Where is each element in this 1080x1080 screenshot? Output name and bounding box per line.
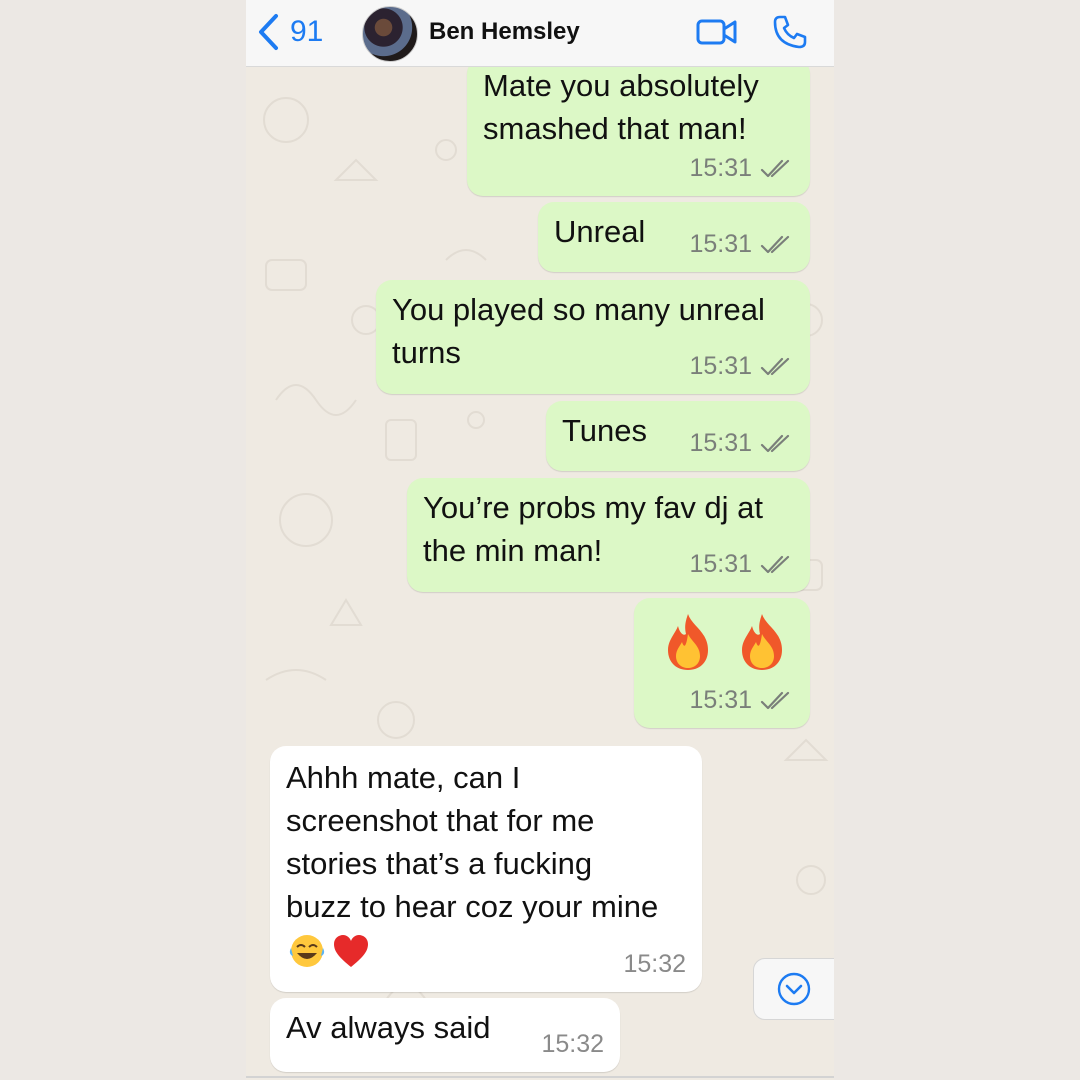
back-button[interactable]: 91 [256,8,323,56]
double-check-icon [760,159,790,177]
message-bubble-incoming[interactable]: Av always said 15:32 [270,998,620,1072]
contact-name[interactable]: Ben Hemsley [429,18,580,46]
phone-icon [773,15,807,49]
message-bubble-outgoing[interactable]: You played so many unreal turns 15:31 [376,280,810,394]
double-check-icon [760,434,790,452]
message-meta: 15:31 [689,679,794,722]
message-time: 15:31 [689,550,752,578]
message-meta: 15:31 [689,147,794,190]
message-meta: 15:31 [689,422,794,465]
emoji-row [662,612,788,672]
message-text: Av always said [286,1010,491,1045]
message-bubble-outgoing[interactable]: Tunes 15:31 [546,401,810,471]
chevron-left-icon [259,14,278,50]
message-text: Ahhh mate, can I screenshot that for me … [286,760,659,924]
message-meta: 15:31 [689,223,794,266]
message-bubble-outgoing[interactable]: Mate you absolutely smashed that man! 15… [467,58,810,196]
message-meta: 15:32 [623,943,686,986]
message-meta: 15:31 [689,543,794,586]
voice-call-button[interactable] [772,14,808,55]
message-bubble-outgoing[interactable]: Unreal 15:31 [538,202,810,272]
message-text: Tunes [562,413,648,448]
fire-emoji [668,614,708,670]
chat-screen: 91 Ben Hemsley Mate you absolutely smash… [246,0,834,1080]
bottom-divider [246,1076,834,1078]
message-text: Unreal [554,214,646,249]
double-check-icon [760,555,790,573]
message-time: 15:32 [623,950,686,978]
message-bubble-outgoing[interactable]: 15:31 [634,598,810,728]
video-call-button[interactable] [696,17,738,52]
fire-emoji [742,614,782,670]
message-time: 15:31 [689,429,752,457]
chevron-down-circle-icon [777,972,811,1006]
double-check-icon [760,691,790,709]
message-meta: 15:32 [541,1023,604,1066]
contact-avatar[interactable] [362,6,418,62]
message-time: 15:31 [689,686,752,714]
video-camera-icon [696,19,737,45]
message-time: 15:31 [689,352,752,380]
message-meta: 15:31 [689,345,794,388]
scroll-to-bottom-button[interactable] [753,958,834,1020]
chat-header: 91 Ben Hemsley [246,0,834,67]
message-bubble-outgoing[interactable]: You’re probs my fav dj at the min man! 1… [407,478,810,592]
red-heart-emoji [334,935,368,967]
emoji-row [288,932,370,970]
message-time: 15:31 [689,230,752,258]
unread-count: 91 [290,15,324,48]
double-check-icon [760,235,790,253]
message-bubble-incoming[interactable]: Ahhh mate, can I screenshot that for me … [270,746,702,992]
message-time: 15:32 [541,1030,604,1058]
message-time: 15:31 [689,154,752,182]
message-text: Mate you absolutely smashed that man! [483,68,759,146]
double-check-icon [760,357,790,375]
tears-of-joy-emoji [289,935,325,967]
